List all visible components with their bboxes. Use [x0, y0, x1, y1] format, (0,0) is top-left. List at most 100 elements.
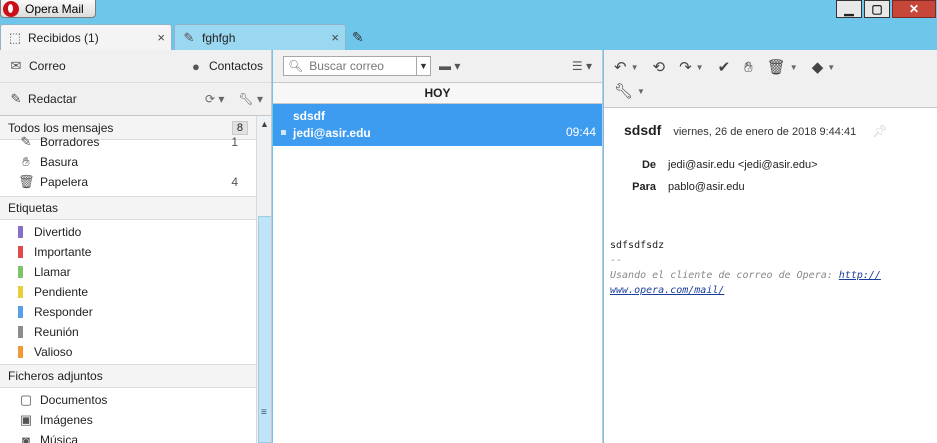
tab-label: fghfgh [202, 30, 236, 45]
wrench-icon[interactable]: 🔧︎ ▾ [238, 92, 263, 106]
filter-options-icon[interactable]: ☰ ▾ [572, 59, 592, 73]
label-item[interactable]: Pendiente [0, 282, 256, 302]
folder-spam[interactable]: ✋︎ Basura [0, 152, 256, 172]
folder-count: 1 [231, 135, 238, 149]
attachment-label: Imágenes [40, 413, 93, 427]
delete-icon[interactable]: 🗑︎ [767, 58, 786, 76]
sidebar-scrollbar[interactable]: ▲ ≡ [256, 116, 271, 443]
message-time: 09:44 [565, 125, 596, 139]
label-name: Divertido [34, 225, 82, 239]
message-body: sdfsdfsdz -- Usando el cliente de correo… [610, 238, 932, 298]
signature-link-line: www.opera.com/mail/ [610, 283, 932, 298]
mark-read-icon[interactable]: ✔ [718, 58, 731, 76]
tab-label: Recibidos (1) [28, 30, 99, 45]
hand-icon: ✋︎ [22, 154, 30, 169]
person-icon: ● [192, 58, 200, 74]
search-dropdown-icon[interactable]: ▼ [416, 57, 430, 75]
view-options-icon[interactable]: ▬ ▾ [439, 59, 460, 73]
new-compose-tab-icon[interactable]: ✎ [352, 29, 370, 45]
signature: Usando el cliente de correo de Opera: ht… [610, 268, 932, 283]
opera-link-part2[interactable]: www.opera.com/mail/ [610, 285, 724, 296]
message-subject-heading: sdsdf [624, 122, 662, 138]
folder-label: Papelera [40, 175, 89, 189]
label-item[interactable]: Importante [0, 242, 256, 262]
spam-hand-icon[interactable]: ✋︎ [744, 59, 753, 76]
folder-drafts[interactable]: ✎ Borradores 1 [0, 132, 256, 152]
close-tab-icon[interactable]: × [157, 30, 165, 45]
to-label: Para [632, 181, 656, 193]
message-date: viernes, 26 de enero de 2018 9:44:41 [673, 126, 857, 138]
reading-pane: ↶ ▼ ⟲ ↷ ▼ ✔ ✋︎ 🗑︎ ▼ ◆ ▼ 🔧︎ ▼ sdsdf viernes, 2… [604, 50, 937, 443]
maximize-button[interactable]: ▢ [864, 0, 890, 18]
attachments-images[interactable]: ▣ Imágenes [0, 410, 256, 430]
trash-icon: 🗑︎ [18, 174, 35, 189]
label-tag-icon[interactable]: ◆ [812, 58, 824, 76]
reply-all-icon[interactable]: ⟲ [653, 58, 666, 76]
label-name: Pendiente [34, 285, 89, 299]
attachments-documents[interactable]: ▢ Documentos [0, 390, 256, 410]
close-button[interactable]: ✕ [892, 0, 936, 18]
sidebar: ✉ Correo ● Contactos ✎ Redactar ⟳ ▾ 🔧︎ ▾… [0, 50, 272, 443]
tab-inbox[interactable]: ⬚ Recibidos (1) × [0, 24, 172, 50]
sync-icon[interactable]: ⟳ ▾ [205, 92, 224, 106]
search-input[interactable]: 🔍︎ Buscar correo ▼ [283, 56, 431, 76]
app-title: Opera Mail [25, 1, 84, 16]
label-color-icon [18, 346, 23, 358]
from-value[interactable]: jedi@asir.edu <jedi@asir.edu> [668, 159, 818, 171]
contacts-label: Contactos [208, 59, 263, 73]
folder-label: Borradores [40, 135, 100, 149]
pencil-icon: ✎ [183, 29, 195, 45]
label-color-icon [18, 246, 23, 258]
list-toolbar: 🔍︎ Buscar correo ▼ ▬ ▾ ☰ ▾ [273, 50, 602, 83]
opera-logo-icon [3, 0, 19, 17]
tab-bar: ⬚ Recibidos (1) × ✎ fghfgh × ✎ [0, 20, 937, 50]
attachments-section-header[interactable]: Ficheros adjuntos [0, 364, 256, 388]
reply-icon[interactable]: ↶ [614, 58, 627, 76]
scroll-up-icon[interactable]: ▲ [257, 116, 271, 132]
mail-button[interactable]: ✉ Correo [8, 58, 66, 74]
minimize-button[interactable]: ▁ [836, 0, 862, 18]
label-color-icon [18, 226, 23, 238]
music-icon: ◙ [22, 432, 30, 443]
opera-menu-button[interactable]: Opera Mail [0, 0, 96, 18]
label-item[interactable]: Llamar [0, 262, 256, 282]
compose-label: Redactar [28, 92, 77, 106]
message-subject: sdsdf [293, 109, 326, 123]
signature-separator: -- [610, 255, 623, 266]
labels-section-header[interactable]: Etiquetas [0, 196, 256, 220]
folder-count: 4 [231, 175, 238, 189]
folder-trash[interactable]: 🗑︎ Papelera 4 [0, 172, 256, 192]
from-label: De [641, 159, 656, 171]
tab-draft[interactable]: ✎ fghfgh × [174, 24, 346, 50]
grip-icon: ≡ [261, 407, 267, 418]
attachments-header: Ficheros adjuntos [8, 369, 103, 383]
label-color-icon [18, 306, 23, 318]
label-item[interactable]: Reunión [0, 322, 256, 342]
label-name: Llamar [34, 265, 71, 279]
mail-label: Correo [29, 59, 66, 73]
label-name: Valioso [34, 345, 73, 359]
label-item[interactable]: Divertido [0, 222, 256, 242]
to-value[interactable]: pablo@asir.edu [668, 181, 745, 193]
message-row[interactable]: sdsdf jedi@asir.edu 09:44 [273, 104, 602, 146]
label-item[interactable]: Valioso [0, 342, 256, 362]
message-list: 🔍︎ Buscar correo ▼ ▬ ▾ ☰ ▾ HOY sdsdf jed… [273, 50, 603, 443]
scroll-thumb[interactable]: ≡ [258, 216, 271, 443]
label-name: Responder [34, 305, 93, 319]
message-tools-icon[interactable]: 🔧︎ [614, 82, 633, 100]
compose-button[interactable]: ✎ Redactar [8, 91, 77, 107]
label-color-icon [18, 286, 23, 298]
group-header: HOY [273, 83, 602, 104]
forward-icon[interactable]: ↷ [679, 58, 692, 76]
attachments-music[interactable]: ◙ Música [0, 430, 256, 443]
sidebar-top: ✉ Correo ● Contactos [0, 50, 271, 83]
opera-link-part1[interactable]: http:// [839, 270, 881, 281]
contacts-button[interactable]: ● Contactos [188, 59, 263, 74]
label-item[interactable]: Responder [0, 302, 256, 322]
pin-icon[interactable]: 📌︎ [872, 124, 887, 138]
attachment-label: Documentos [40, 393, 108, 407]
close-tab-icon[interactable]: × [331, 30, 339, 45]
image-icon: ▣ [19, 412, 33, 427]
message-from: jedi@asir.edu [293, 126, 371, 140]
labels-header: Etiquetas [8, 201, 59, 215]
